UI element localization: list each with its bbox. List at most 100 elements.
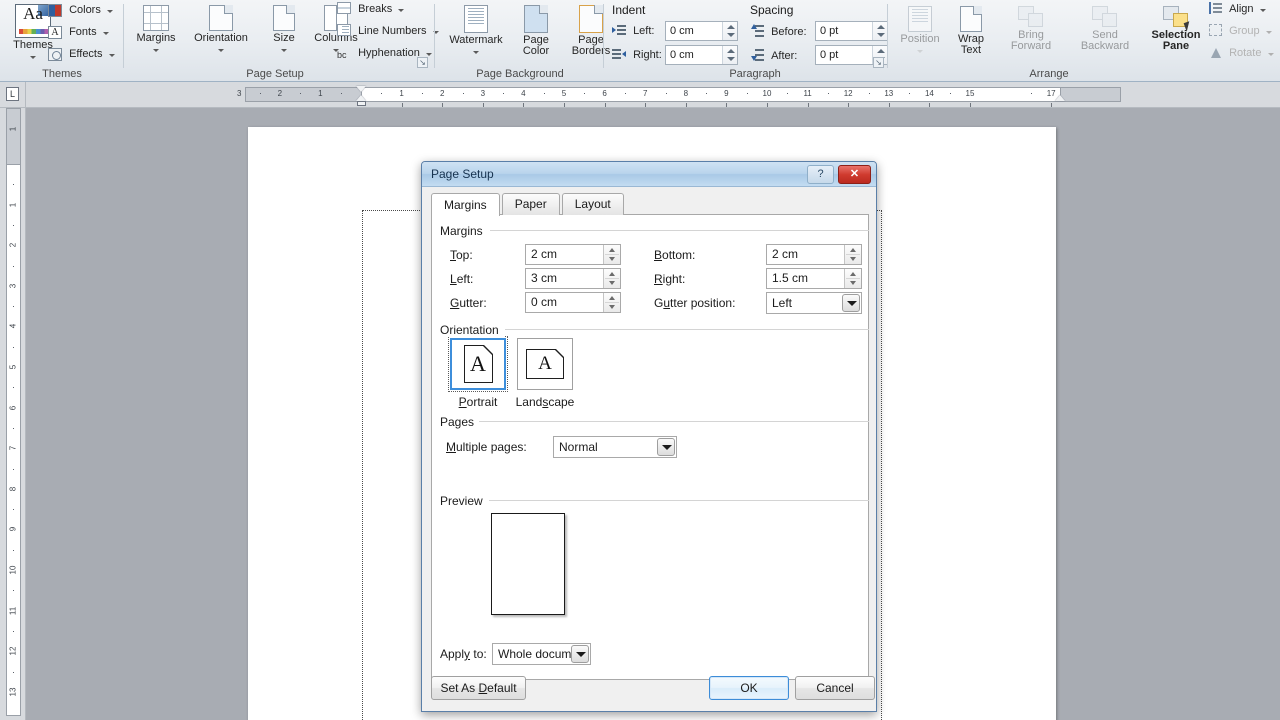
ruler-dot	[13, 184, 14, 186]
breaks-button[interactable]: Breaks	[337, 2, 405, 16]
tab-selector-button[interactable]: L	[0, 82, 26, 108]
spacing-after-value: 0 pt	[820, 49, 839, 61]
chevron-down-icon[interactable]	[398, 9, 405, 12]
dialog-title-bar[interactable]: Page Setup ? ✕	[422, 162, 876, 187]
align-button[interactable]: Align	[1209, 2, 1266, 16]
selection-pane-label-2: Pane	[1162, 40, 1190, 52]
chevron-down-icon[interactable]	[917, 50, 923, 53]
tab-layout[interactable]: Layout	[561, 193, 624, 215]
left-indent-marker[interactable]	[357, 101, 366, 106]
bottom-margin-input[interactable]: 2 cm	[766, 244, 862, 265]
selection-pane-button[interactable]: Selection Pane	[1143, 6, 1209, 52]
orientation-button[interactable]: Orientation	[183, 5, 259, 55]
left-margin-input[interactable]: 3 cm	[525, 268, 621, 289]
breaks-label: Breaks	[358, 3, 393, 15]
first-line-indent-marker[interactable]	[356, 86, 366, 92]
indent-header: Indent	[612, 3, 646, 17]
spacing-before-stepper[interactable]	[872, 22, 887, 40]
chevron-down-icon[interactable]	[425, 53, 432, 56]
ruler-dot	[584, 93, 586, 94]
horizontal-ruler-right-margin	[1061, 87, 1121, 102]
tab-paper[interactable]: Paper	[501, 193, 560, 215]
send-backward-button[interactable]: Send Backward	[1067, 6, 1143, 52]
chevron-down-icon[interactable]	[106, 10, 113, 13]
theme-effects-button[interactable]: Effects	[48, 47, 115, 61]
bring-forward-label-2: Forward	[1010, 40, 1052, 52]
dialog-title: Page Setup	[431, 167, 494, 181]
left-margin-stepper[interactable]	[603, 269, 620, 288]
wrap-text-button[interactable]: Wrap Text	[947, 6, 995, 56]
vertical-ruler[interactable]: 1 1 2 3 4 5 6 7 8 9 10 11 12 13	[0, 108, 26, 720]
chevron-down-icon[interactable]	[657, 438, 675, 456]
ruler-dot	[13, 468, 14, 470]
ruler-number: 14	[924, 89, 934, 98]
selection-pane-icon	[1163, 6, 1193, 32]
theme-colors-button[interactable]: Colors	[48, 3, 113, 17]
watermark-button[interactable]: Watermark	[442, 5, 510, 57]
multiple-pages-value: Normal	[559, 440, 598, 454]
right-margin-label: Right:	[654, 272, 686, 286]
ruler-tick	[929, 103, 931, 107]
indent-right-input[interactable]: 0 cm	[665, 45, 738, 65]
rotate-button[interactable]: Rotate	[1209, 46, 1274, 60]
chevron-down-icon[interactable]	[473, 51, 479, 54]
chevron-down-icon[interactable]	[1265, 31, 1272, 34]
ruler-tick	[564, 103, 565, 107]
bottom-margin-stepper[interactable]	[844, 245, 861, 264]
group-button[interactable]: Group	[1209, 24, 1272, 38]
chevron-down-icon[interactable]	[30, 56, 36, 59]
margins-button[interactable]: Margins	[129, 5, 183, 55]
bring-forward-button[interactable]: Bring Forward	[995, 6, 1067, 52]
right-margin-stepper[interactable]	[844, 269, 861, 288]
top-margin-input[interactable]: 2 cm	[525, 244, 621, 265]
gutter-input[interactable]: 0 cm	[525, 292, 621, 313]
chevron-down-icon[interactable]	[102, 32, 109, 35]
orientation-landscape-option[interactable]: A Landscape	[513, 338, 577, 409]
chevron-down-icon[interactable]	[571, 645, 589, 663]
close-button[interactable]: ✕	[838, 165, 871, 184]
effects-icon	[48, 47, 62, 61]
theme-fonts-button[interactable]: A Fonts	[48, 25, 109, 39]
gutter-stepper[interactable]	[603, 293, 620, 312]
set-as-default-button[interactable]: Set As Default	[431, 676, 526, 700]
chevron-down-icon[interactable]	[1267, 53, 1274, 56]
position-button[interactable]: Position	[893, 6, 947, 56]
cancel-button[interactable]: Cancel	[795, 676, 875, 700]
chevron-down-icon[interactable]	[281, 49, 287, 52]
paragraph-dialog-launcher[interactable]: ↘	[873, 57, 884, 68]
wrap-text-icon	[960, 6, 982, 32]
tab-margins[interactable]: Margins	[431, 193, 500, 216]
indent-right-stepper[interactable]	[722, 46, 737, 64]
horizontal-ruler[interactable]: 3 2 1 1 2 3 4 5 6 7 8 9 10 11 12 13 14 15 17	[26, 82, 1280, 108]
help-button[interactable]: ?	[807, 165, 834, 184]
pages-group-label: Pages	[440, 415, 480, 429]
chevron-down-icon[interactable]	[153, 49, 159, 52]
orientation-portrait-option[interactable]: A Portrait	[446, 336, 510, 409]
rotate-label: Rotate	[1229, 47, 1262, 59]
gutter-position-value: Left	[772, 296, 793, 310]
apply-to-select[interactable]: Whole document	[492, 643, 591, 665]
ruler-dot	[462, 93, 464, 94]
indent-left-input[interactable]: 0 cm	[665, 21, 738, 41]
top-margin-stepper[interactable]	[603, 245, 620, 264]
ok-button[interactable]: OK	[709, 676, 789, 700]
spacing-before-input[interactable]: 0 pt	[815, 21, 888, 41]
page-setup-dialog-launcher[interactable]: ↘	[417, 57, 428, 68]
right-margin-input[interactable]: 1.5 cm	[766, 268, 862, 289]
multiple-pages-select[interactable]: Normal	[553, 436, 677, 458]
chevron-down-icon[interactable]	[108, 54, 115, 57]
size-button[interactable]: Size	[260, 5, 308, 55]
preview-group-label: Preview	[440, 494, 488, 508]
right-indent-marker[interactable]	[1055, 95, 1065, 101]
spacing-before-row: Before:	[750, 24, 807, 39]
chevron-down-icon[interactable]	[1259, 9, 1266, 12]
indent-left-stepper[interactable]	[722, 22, 737, 40]
page-color-button[interactable]: Page Color	[510, 5, 562, 57]
ruler-dot	[746, 93, 748, 94]
tab-stop-left-icon: L	[6, 87, 19, 101]
gutter-position-select[interactable]: Left	[766, 292, 862, 314]
chevron-down-icon[interactable]	[218, 49, 224, 52]
horizontal-ruler-track[interactable]	[361, 87, 1061, 102]
line-numbers-button[interactable]: Line Numbers	[337, 24, 439, 38]
chevron-down-icon[interactable]	[842, 294, 860, 312]
